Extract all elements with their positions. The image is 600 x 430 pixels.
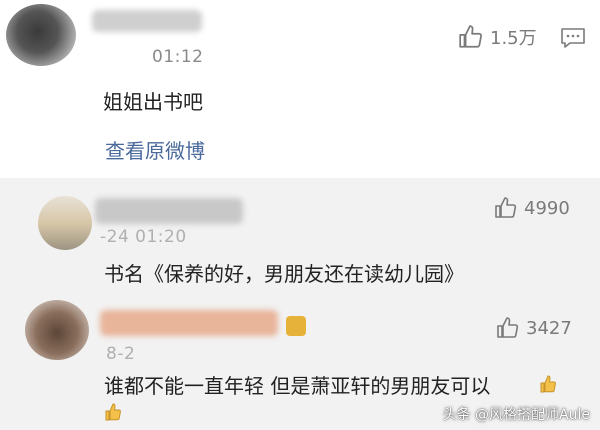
like-count: 1.5万	[490, 28, 537, 49]
comment-1: 01:12 1.5万 姐姐出书吧 查看原微博	[0, 0, 600, 178]
view-original-weibo-link[interactable]: 查看原微博	[105, 135, 205, 164]
comment-time: -24 01:20	[100, 227, 187, 247]
like-button[interactable]: 1.5万	[458, 24, 537, 50]
like-count: 3427	[526, 317, 572, 339]
like-button[interactable]: 3427	[496, 316, 572, 340]
avatar[interactable]	[25, 300, 89, 360]
avatar[interactable]	[6, 4, 76, 66]
thumbs-up-icon	[459, 25, 482, 48]
like-button[interactable]: 4990	[494, 196, 570, 220]
username-blurred[interactable]	[100, 310, 278, 336]
badge-icon	[286, 316, 306, 336]
comment-time: 01:12	[152, 47, 204, 67]
thumbs-up-emoji	[104, 402, 122, 426]
comment-2: -24 01:20 4990 书名《保养的好，男朋友还在读幼儿园》	[0, 178, 600, 296]
thumbs-up-emoji	[539, 374, 557, 398]
thumbs-up-icon	[495, 197, 517, 218]
avatar[interactable]	[38, 196, 92, 250]
comment-text: 书名《保养的好，男朋友还在读幼儿园》	[104, 262, 464, 286]
thumbs-up-icon	[497, 317, 519, 338]
comment-more-icon	[561, 28, 585, 48]
comment-more-button[interactable]	[560, 26, 586, 54]
like-count: 4990	[524, 197, 570, 219]
comment-text: 谁都不能一直年轻 但是萧亚轩的男朋友可以	[104, 374, 491, 398]
watermark: 头条 @风格搭配师Aule	[442, 407, 590, 423]
comment-time: 8-2	[106, 344, 136, 364]
comment-text: 姐姐出书吧	[103, 90, 203, 114]
username-blurred[interactable]	[92, 10, 202, 32]
username-blurred[interactable]	[95, 198, 243, 224]
